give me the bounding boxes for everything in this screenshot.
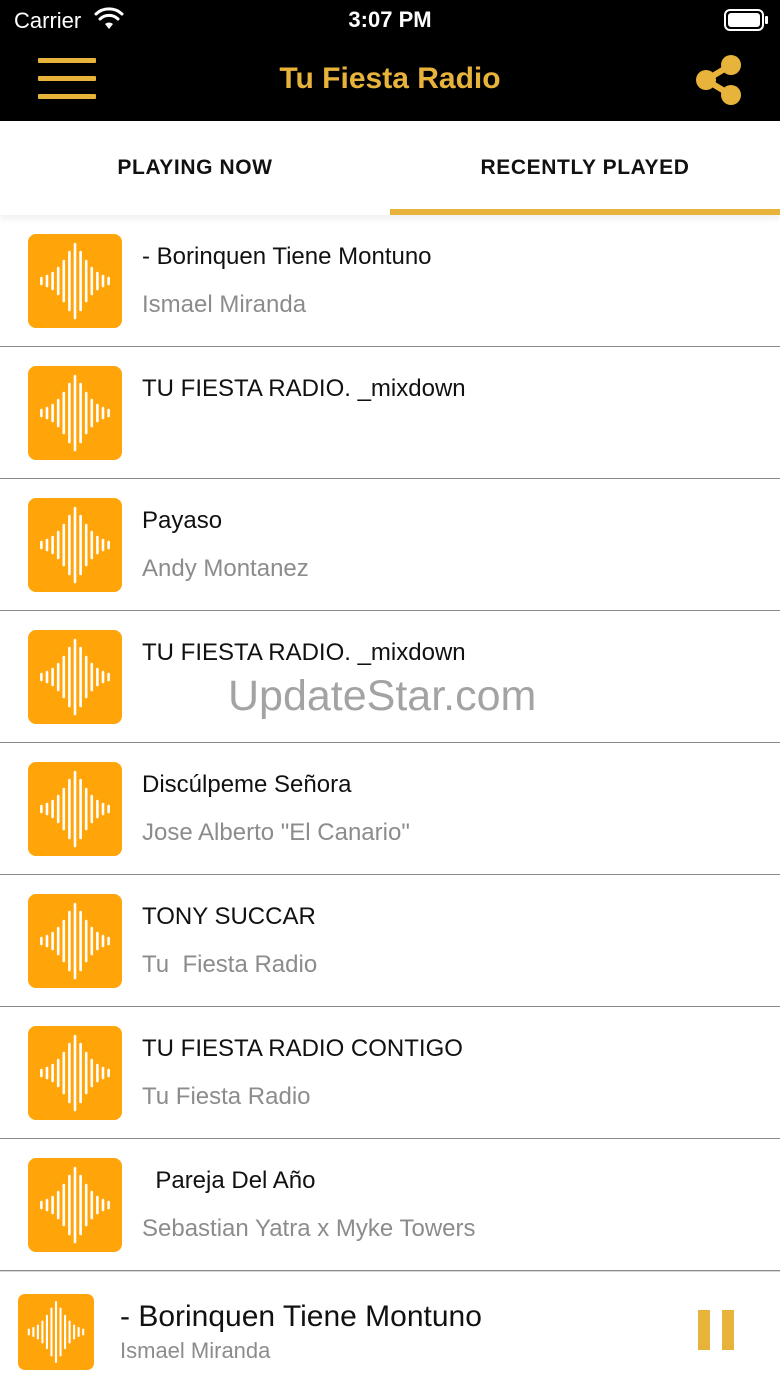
list-item[interactable]: TU FIESTA RADIO. _mixdown [0, 611, 780, 743]
sound-wave-icon [40, 506, 110, 584]
track-artwork [28, 630, 122, 724]
track-title: TU FIESTA RADIO. _mixdown [142, 639, 466, 666]
track-artwork [28, 894, 122, 988]
track-artist: Tu Fiesta Radio [142, 951, 318, 978]
track-artwork [28, 762, 122, 856]
now-playing-bar[interactable]: - Borinquen Tiene Montuno Ismael Miranda [0, 1271, 780, 1387]
tab-recently-played[interactable]: RECENTLY PLAYED [390, 121, 780, 215]
battery-icon [724, 9, 768, 31]
track-artwork [28, 366, 122, 460]
track-artwork [28, 1026, 122, 1120]
sound-wave-icon [40, 242, 110, 320]
tab-playing-now[interactable]: PLAYING NOW [0, 121, 390, 215]
track-artist: Tu Fiesta Radio [142, 1083, 311, 1110]
recently-played-list: - Borinquen Tiene Montuno Ismael Miranda… [0, 215, 780, 1271]
sound-wave-icon [40, 374, 110, 452]
sound-wave-icon [40, 638, 110, 716]
sound-wave-icon [40, 902, 110, 980]
track-artist: Ismael Miranda [142, 291, 307, 318]
track-artwork [28, 234, 122, 328]
track-title: TONY SUCCAR [142, 903, 316, 930]
track-artwork [28, 1158, 122, 1252]
sound-wave-icon [27, 1301, 85, 1363]
status-bar: Carrier 3:07 PM [0, 0, 780, 40]
track-artist: Andy Montanez [142, 555, 309, 582]
sound-wave-icon [40, 1166, 110, 1244]
track-title: Discúlpeme Señora [142, 771, 352, 798]
list-item[interactable]: TU FIESTA RADIO. _mixdown [0, 347, 780, 479]
sound-wave-icon [40, 1034, 110, 1112]
now-playing-artist: Ismael Miranda [120, 1338, 271, 1363]
track-artwork [28, 498, 122, 592]
track-title: Pareja Del Año [142, 1167, 316, 1194]
share-icon [696, 55, 741, 105]
app-title: Tu Fiesta Radio [279, 62, 501, 95]
clock: 3:07 PM [348, 7, 432, 32]
share-button[interactable] [688, 50, 748, 110]
list-item[interactable]: TU FIESTA RADIO CONTIGO Tu Fiesta Radio [0, 1007, 780, 1139]
track-artist: Jose Alberto "El Canario" [142, 819, 410, 846]
list-item[interactable]: TONY SUCCAR Tu Fiesta Radio [0, 875, 780, 1007]
list-item[interactable]: Discúlpeme Señora Jose Alberto "El Canar… [0, 743, 780, 875]
track-artist: Sebastian Yatra x Myke Towers [142, 1215, 476, 1242]
pause-button[interactable] [698, 1310, 736, 1354]
list-item[interactable]: Pareja Del Año Sebastian Yatra x Myke To… [0, 1139, 780, 1271]
nav-bar: Tu Fiesta Radio [0, 40, 780, 121]
now-playing-title: - Borinquen Tiene Montuno [120, 1300, 482, 1333]
list-item[interactable]: - Borinquen Tiene Montuno Ismael Miranda [0, 215, 780, 347]
track-title: TU FIESTA RADIO. _mixdown [142, 375, 466, 402]
menu-button[interactable] [38, 58, 98, 102]
track-title: TU FIESTA RADIO CONTIGO [142, 1035, 463, 1062]
tab-bar: PLAYING NOW RECENTLY PLAYED [0, 121, 780, 215]
track-title: Payaso [142, 507, 223, 534]
now-playing-artwork [18, 1294, 94, 1370]
sound-wave-icon [40, 770, 110, 848]
track-title: - Borinquen Tiene Montuno [142, 243, 432, 270]
tab-selected-indicator [390, 209, 780, 215]
list-item[interactable]: Payaso Andy Montanez [0, 479, 780, 611]
